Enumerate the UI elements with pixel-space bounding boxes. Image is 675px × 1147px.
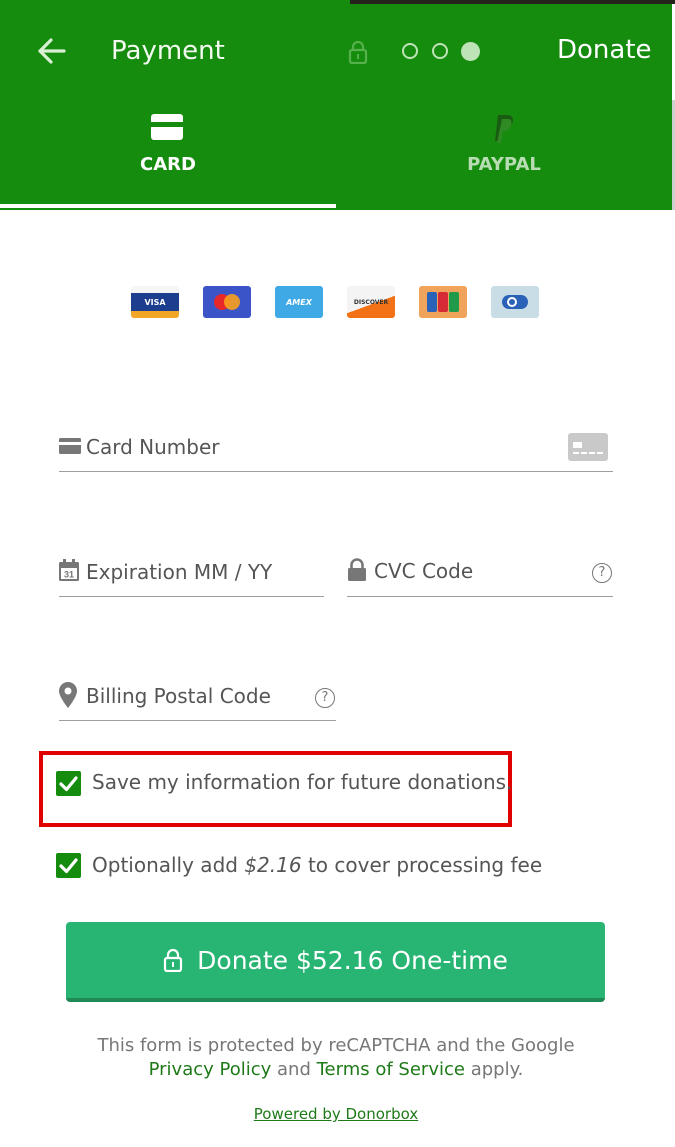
page-title: Payment (111, 36, 225, 66)
cvc-field[interactable]: CVC Code ? (347, 553, 613, 597)
tab-card-label: CARD (140, 154, 196, 175)
mastercard-logo (203, 286, 251, 318)
amex-logo: AMEX (275, 286, 323, 318)
step-indicator-1 (402, 43, 418, 59)
save-info-label: Save my information for future donations… (92, 770, 513, 794)
diners-club-logo (491, 286, 539, 318)
calendar-icon: 31 (59, 559, 79, 581)
processing-fee-checkbox[interactable] (56, 853, 81, 878)
recaptcha-links: Privacy Policy and Terms of Service appl… (0, 1058, 672, 1082)
cvc-help-icon[interactable]: ? (592, 563, 612, 583)
mastercard-circles-icon (214, 294, 240, 310)
step-indicator-2 (432, 43, 448, 59)
processing-fee-label: Optionally add $2.16 to cover processing… (92, 850, 542, 880)
header-top-strip (350, 0, 675, 4)
header-donate-label: Donate (557, 35, 652, 65)
postal-code-field[interactable]: Billing Postal Code ? (59, 678, 336, 721)
recaptcha-notice: This form is protected by reCAPTCHA and … (97, 1035, 575, 1056)
back-arrow-icon[interactable] (34, 34, 68, 68)
step-indicator-3-active (461, 42, 480, 61)
diners-club-icon (502, 295, 528, 309)
fee-suffix: to cover processing fee (307, 853, 543, 877)
cvc-placeholder: CVC Code (374, 559, 474, 583)
donate-button-label: Donate $52.16 One-time (197, 945, 508, 975)
jcb-logo (419, 286, 467, 318)
save-info-checkbox[interactable] (56, 771, 81, 796)
credit-card-icon (151, 114, 183, 140)
card-number-placeholder: Card Number (86, 435, 220, 459)
expiration-placeholder: Expiration MM / YY (86, 560, 273, 584)
legal-apply-text: apply. (470, 1059, 524, 1080)
location-pin-icon (59, 682, 77, 708)
fee-amount: $2.16 (244, 853, 302, 877)
expiration-field[interactable]: 31 Expiration MM / YY (59, 553, 324, 597)
visa-logo: VISA (131, 286, 179, 318)
checkmark-icon (59, 776, 78, 792)
tab-paypal-label: PAYPAL (467, 154, 541, 175)
svg-text:31: 31 (64, 570, 74, 580)
terms-of-service-link[interactable]: Terms of Service (317, 1059, 465, 1080)
powered-by-donorbox-link[interactable]: Powered by Donorbox (254, 1105, 418, 1123)
card-type-icon (568, 433, 608, 461)
postal-help-icon[interactable]: ? (315, 688, 335, 708)
active-tab-underline (0, 204, 336, 208)
card-icon (59, 438, 81, 454)
cvc-lock-icon (348, 558, 366, 581)
discover-logo-text: DISCOVER (353, 298, 389, 306)
donate-button[interactable]: Donate $52.16 One-time (66, 922, 605, 1002)
legal-and-text: and (277, 1059, 311, 1080)
paypal-icon (495, 115, 513, 143)
discover-logo: DISCOVER (347, 286, 395, 318)
jcb-badge-icon (427, 292, 459, 312)
card-number-field[interactable]: Card Number (59, 428, 613, 472)
visa-logo-text: VISA (144, 297, 166, 307)
privacy-policy-link[interactable]: Privacy Policy (149, 1059, 272, 1080)
lock-icon (164, 948, 183, 972)
amex-logo-text: AMEX (286, 297, 312, 307)
postal-code-placeholder: Billing Postal Code (86, 684, 271, 708)
secure-lock-icon (348, 40, 368, 64)
checkmark-icon (59, 858, 78, 874)
powered-by: Powered by Donorbox (0, 1104, 672, 1124)
fee-prefix: Optionally add (92, 853, 238, 877)
